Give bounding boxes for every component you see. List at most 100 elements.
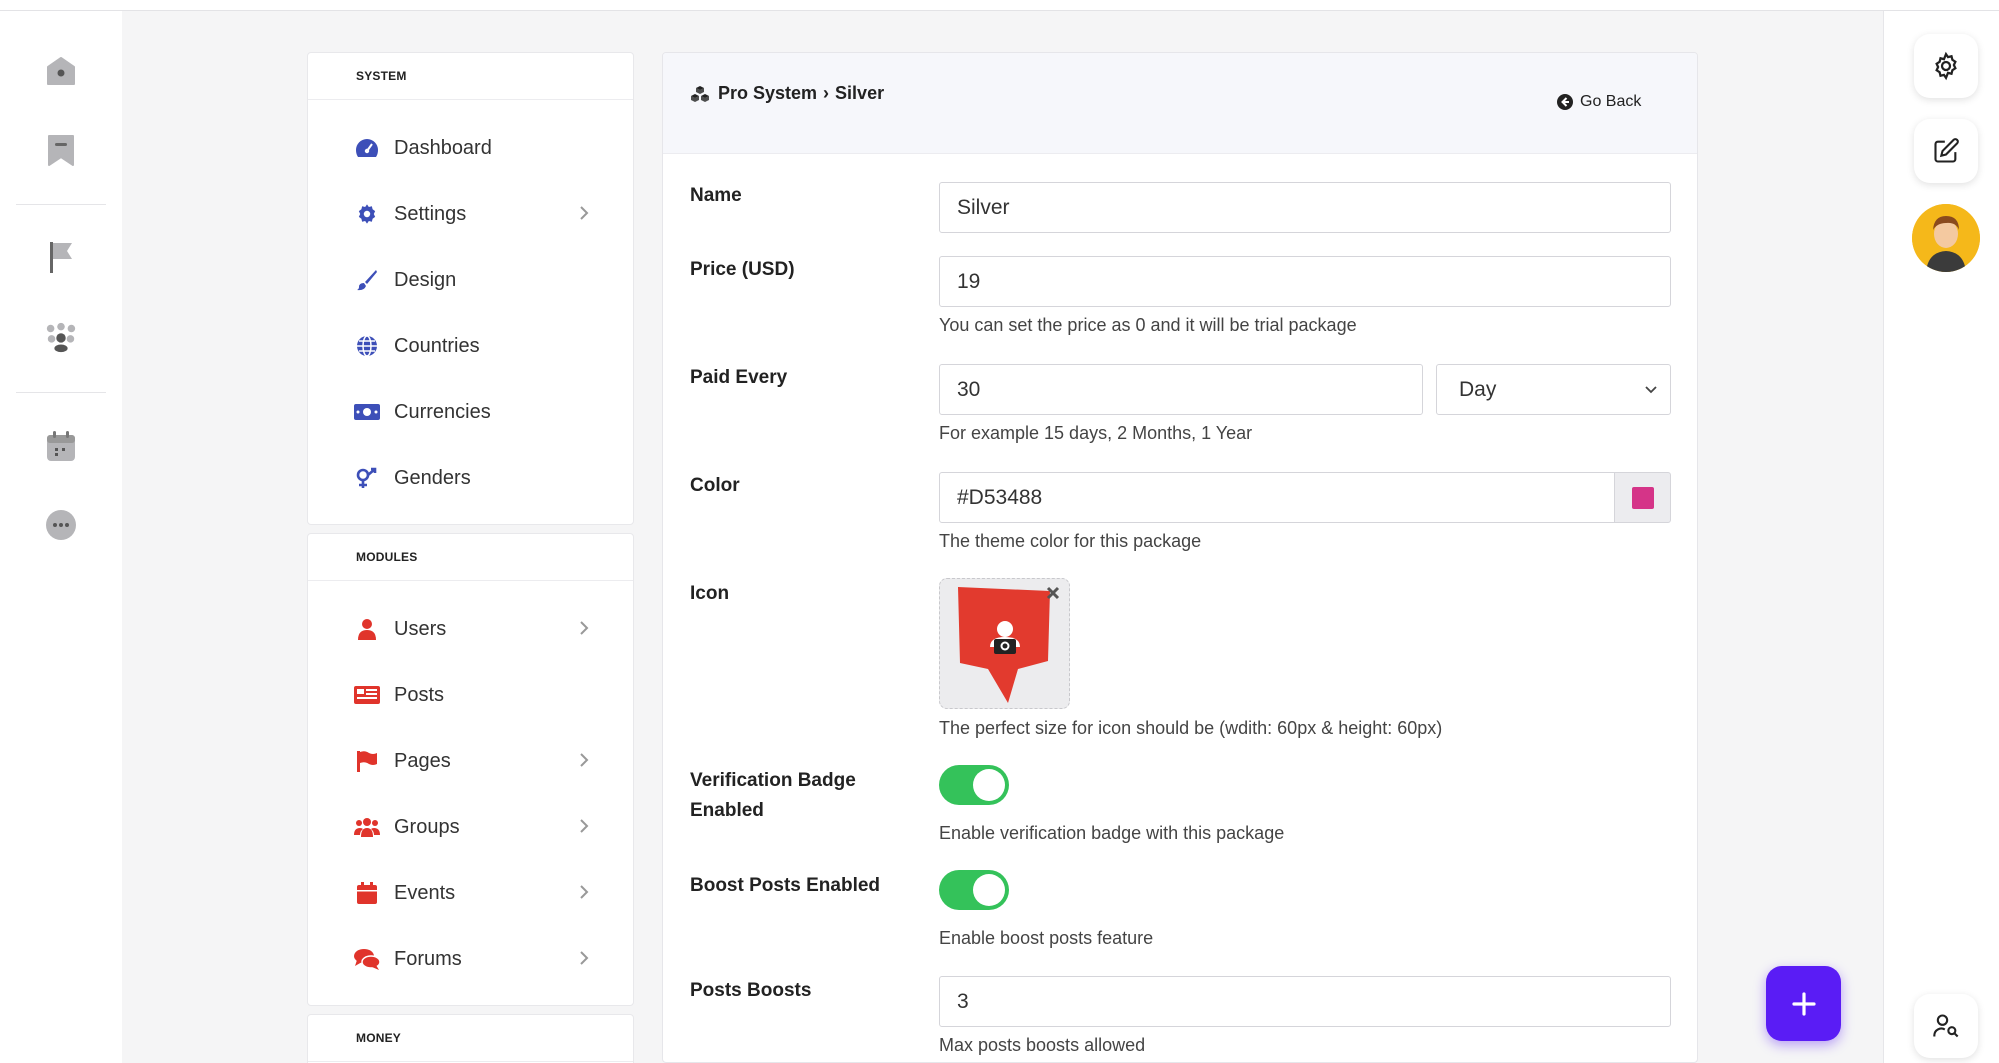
sidebar-item-label: Dashboard <box>394 136 492 159</box>
gear-icon <box>1935 51 1957 81</box>
settings-button[interactable] <box>1914 34 1978 98</box>
flag-icon[interactable] <box>44 240 78 274</box>
price-help: You can set the price as 0 and it will b… <box>939 315 1357 335</box>
sidebar-item-label: Groups <box>394 815 460 838</box>
remove-icon[interactable] <box>1045 585 1061 601</box>
paid-every-unit-select[interactable]: Day <box>1436 364 1671 415</box>
paid-every-unit-value: Day <box>1459 377 1497 401</box>
globe-icon <box>354 333 380 359</box>
sidebar-item-pages[interactable]: Pages <box>308 728 633 794</box>
sidebar-item-dashboard[interactable]: Dashboard <box>308 115 633 181</box>
chevron-right-icon <box>580 621 589 635</box>
calendar-icon <box>354 880 380 906</box>
add-button[interactable] <box>1766 966 1841 1041</box>
name-input[interactable]: Silver <box>939 182 1671 233</box>
top-bar <box>0 0 1999 11</box>
sidebar-item-users[interactable]: Users <box>308 596 633 662</box>
sidebar-item-label: Countries <box>394 334 480 357</box>
sidebar-item-settings[interactable]: Settings <box>308 181 633 247</box>
chevron-right-icon <box>580 885 589 899</box>
posts-boosts-input[interactable]: 3 <box>939 976 1671 1027</box>
user-search-button[interactable] <box>1914 994 1978 1058</box>
price-input[interactable]: 19 <box>939 256 1671 307</box>
money-header: MONEY <box>308 1015 633 1062</box>
card-header: Pro System › Silver Go Back <box>663 53 1697 154</box>
edit-button[interactable] <box>1914 119 1978 183</box>
sidebar-item-countries[interactable]: Countries <box>308 313 633 379</box>
price-label: Price (USD) <box>690 259 795 280</box>
verification-toggle[interactable] <box>939 765 1009 805</box>
paid-every-help: For example 15 days, 2 Months, 1 Year <box>939 423 1253 443</box>
avatar[interactable] <box>1912 204 1980 272</box>
sidebar-item-forums[interactable]: Forums <box>308 926 633 992</box>
rail-divider <box>16 392 106 393</box>
boost-toggle[interactable] <box>939 870 1009 910</box>
posts-boosts-help: Max posts boosts allowed <box>939 1035 1146 1055</box>
system-panel: SYSTEM Dashboard Settings Design Countri… <box>307 52 634 525</box>
breadcrumb-section[interactable]: Pro System <box>718 83 817 104</box>
plus-icon <box>1791 991 1816 1016</box>
icon-uploader[interactable] <box>939 578 1070 709</box>
breadcrumb: Pro System › Silver <box>690 83 884 104</box>
toggle-knob <box>973 769 1005 801</box>
sidebar-item-groups[interactable]: Groups <box>308 794 633 860</box>
chevron-right-icon <box>580 753 589 767</box>
gear-icon <box>354 201 380 227</box>
sidebar-item-genders[interactable]: Genders <box>308 445 633 511</box>
home-icon[interactable] <box>44 54 78 88</box>
more-icon[interactable] <box>44 508 78 542</box>
icon-label: Icon <box>690 583 730 604</box>
flag-icon <box>354 748 380 774</box>
toggle-knob <box>973 874 1005 906</box>
newspaper-icon <box>354 682 380 708</box>
sidebar-item-label: Currencies <box>394 400 491 423</box>
sidebar-item-label: Settings <box>394 202 467 225</box>
breadcrumb-separator: › <box>823 83 830 103</box>
color-input[interactable]: #D53488 <box>939 472 1615 523</box>
group-icon[interactable] <box>44 320 78 354</box>
verification-help: Enable verification badge with this pack… <box>939 823 1285 843</box>
right-rail <box>1883 11 1999 1063</box>
sidebar-item-label: Genders <box>394 466 471 489</box>
verification-label: Verification Badge Enabled <box>690 766 856 826</box>
color-help: The theme color for this package <box>939 531 1202 551</box>
rail-divider <box>16 204 106 205</box>
sidebar-item-label: Pages <box>394 749 451 772</box>
sidebar-item-label: Users <box>394 617 447 640</box>
sidebar-item-events[interactable]: Events <box>308 860 633 926</box>
breadcrumb-current: Silver <box>835 83 885 103</box>
color-picker-button[interactable] <box>1614 472 1671 523</box>
sidebar-item-posts[interactable]: Posts <box>308 662 633 728</box>
gauge-icon <box>354 135 380 161</box>
system-header: SYSTEM <box>308 53 633 100</box>
modules-header: MODULES <box>308 534 633 581</box>
verification-label-line2: Enabled <box>690 800 764 821</box>
user-icon <box>354 616 380 642</box>
left-rail <box>0 11 122 1063</box>
money-panel: MONEY <box>307 1014 634 1063</box>
bookmark-icon[interactable] <box>44 133 78 167</box>
users-icon <box>354 814 380 840</box>
calendar-icon[interactable] <box>44 429 78 463</box>
posts-boosts-label: Posts Boosts <box>690 980 812 1001</box>
cubes-icon <box>691 85 709 102</box>
package-edit-card: Pro System › Silver Go Back Name Silver … <box>662 52 1698 1063</box>
chevron-right-icon <box>580 206 589 220</box>
boost-help: Enable boost posts feature <box>939 928 1154 948</box>
sidebar-item-currencies[interactable]: Currencies <box>308 379 633 445</box>
sidebar-item-label: Forums <box>394 947 462 970</box>
sidebar-item-design[interactable]: Design <box>308 247 633 313</box>
chevron-right-icon <box>580 819 589 833</box>
go-back-button[interactable]: Go Back <box>1557 93 1641 111</box>
money-icon <box>354 399 380 425</box>
user-search-icon <box>1933 1014 1959 1038</box>
icon-help: The perfect size for icon should be (wdi… <box>939 718 1443 738</box>
verification-label-line1: Verification Badge <box>690 770 856 791</box>
paid-every-input[interactable]: 30 <box>939 364 1423 415</box>
chevron-down-icon <box>1645 386 1657 394</box>
go-back-label: Go Back <box>1580 93 1642 110</box>
comments-icon <box>354 946 380 972</box>
brush-icon <box>354 267 380 293</box>
sidebar-item-label: Design <box>394 268 457 291</box>
arrow-left-circle-icon <box>1557 94 1573 110</box>
